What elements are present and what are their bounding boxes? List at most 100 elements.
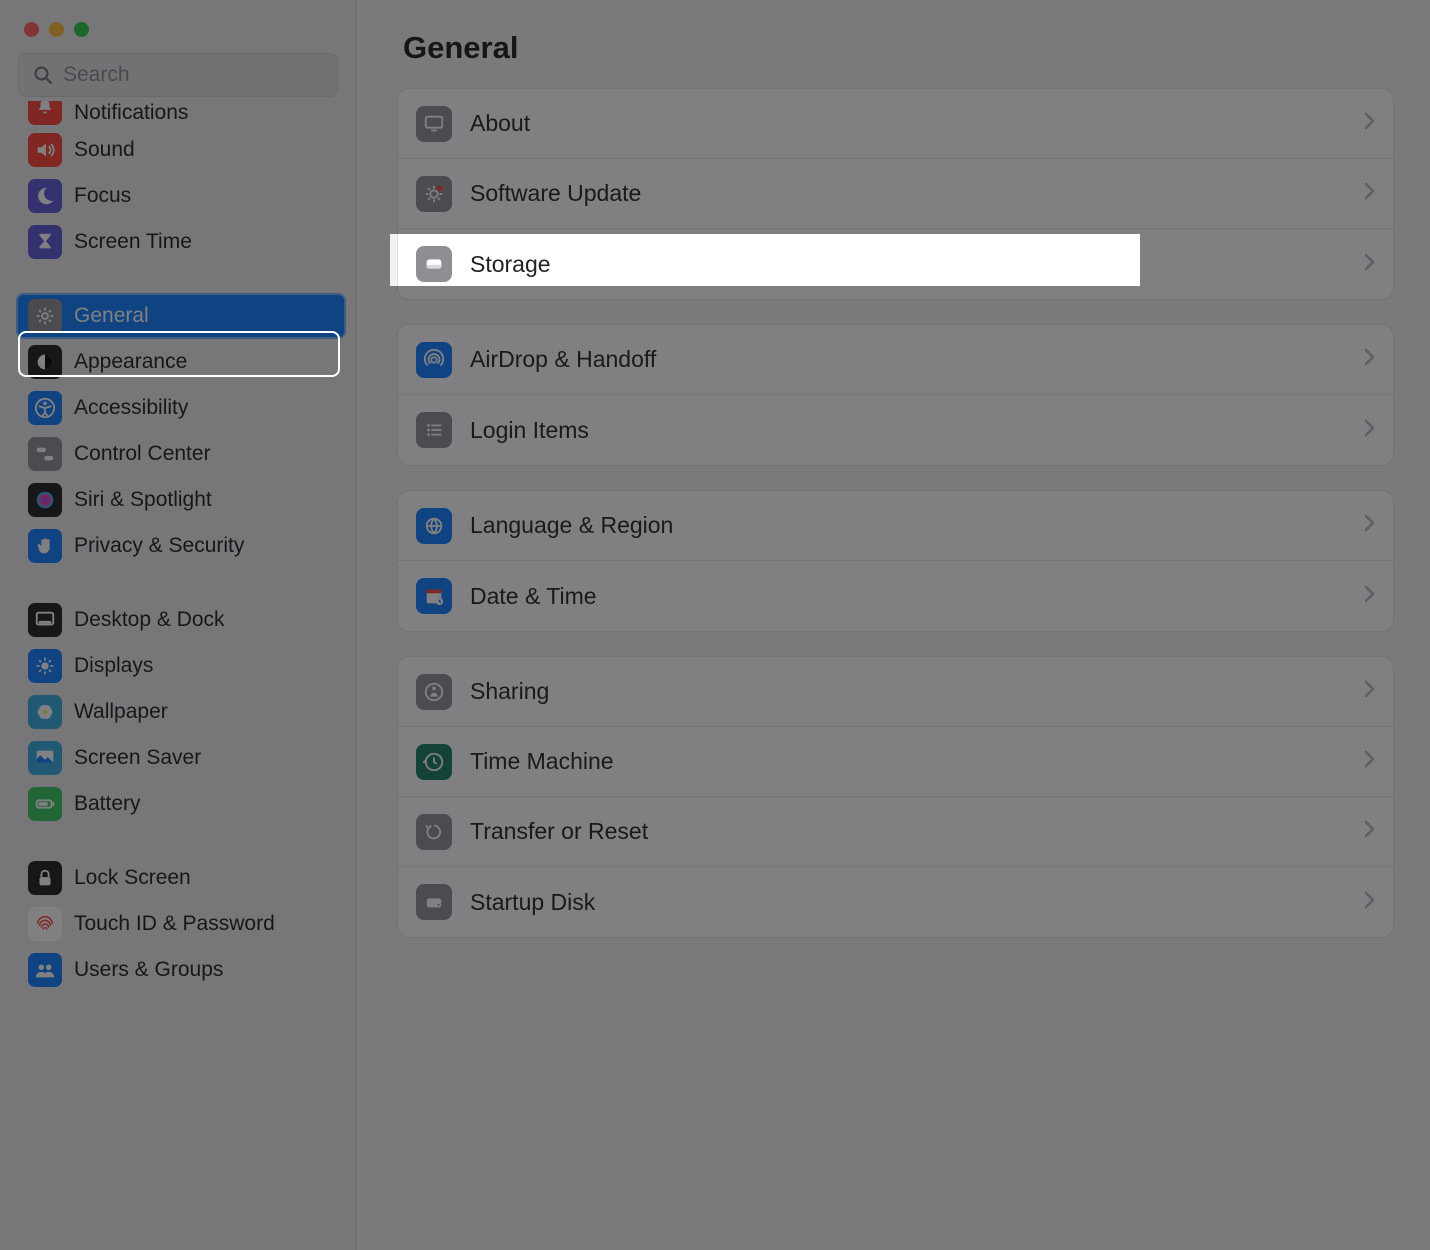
sidebar-item-label: Siri & Spotlight (74, 488, 212, 512)
sidebar-item-privacy-security[interactable]: Privacy & Security (18, 523, 346, 569)
sidebar-item-battery[interactable]: Battery (18, 781, 346, 827)
hourglass-icon (28, 225, 62, 259)
sidebar-item-label: Screen Time (74, 230, 192, 254)
chevron-right-icon (1364, 112, 1375, 135)
search-input[interactable] (63, 63, 323, 87)
sidebar-item-users-groups[interactable]: Users & Groups (18, 947, 346, 993)
sidebar-item-label: Appearance (74, 350, 187, 374)
sidebar-item-lock-screen[interactable]: Lock Screen (18, 855, 346, 901)
settings-row-label: About (470, 110, 1346, 137)
battery-icon (28, 787, 62, 821)
settings-row-label: Storage (470, 251, 1346, 278)
maximize-window-button[interactable] (74, 22, 89, 37)
fingerprint-icon (28, 907, 62, 941)
users-icon (28, 953, 62, 987)
sidebar-item-label: Screen Saver (74, 746, 201, 770)
chevron-right-icon (1364, 820, 1375, 843)
hand-icon (28, 529, 62, 563)
settings-group: About Software Update Storage (397, 88, 1394, 300)
settings-row-transfer-or-reset[interactable]: Transfer or Reset (398, 797, 1393, 867)
settings-row-label: Software Update (470, 180, 1346, 207)
chevron-right-icon (1364, 891, 1375, 914)
sidebar-item-appearance[interactable]: Appearance (18, 339, 346, 385)
settings-row-label: Transfer or Reset (470, 818, 1346, 845)
gear-icon (28, 299, 62, 333)
airdrop-icon (416, 342, 452, 378)
content-pane: General About Software Update Storage Ai… (357, 0, 1430, 1250)
chevron-right-icon (1364, 514, 1375, 537)
window-controls (0, 0, 356, 37)
settings-row-label: Login Items (470, 417, 1346, 444)
settings-row-time-machine[interactable]: Time Machine (398, 727, 1393, 797)
settings-row-startup-disk[interactable]: Startup Disk (398, 867, 1393, 937)
settings-window: Notifications Sound Focus Screen Time Ge… (0, 0, 1430, 1250)
bell-icon (28, 101, 62, 125)
gear-badge-icon (416, 176, 452, 212)
sidebar-item-label: Touch ID & Password (74, 912, 275, 936)
settings-row-date-time[interactable]: Date & Time (398, 561, 1393, 631)
chevron-right-icon (1364, 253, 1375, 276)
list-icon (416, 412, 452, 448)
sidebar-item-wallpaper[interactable]: Wallpaper (18, 689, 346, 735)
accessibility-icon (28, 391, 62, 425)
startup-disk-icon (416, 884, 452, 920)
sidebar-item-sound[interactable]: Sound (18, 127, 346, 173)
chevron-right-icon (1364, 585, 1375, 608)
sidebar-item-screen-time[interactable]: Screen Time (18, 219, 346, 265)
globe-icon (416, 508, 452, 544)
sidebar-item-label: Desktop & Dock (74, 608, 225, 632)
page-title: General (397, 30, 1394, 66)
sidebar-item-label: Wallpaper (74, 700, 168, 724)
search-field[interactable] (18, 53, 338, 97)
share-icon (416, 674, 452, 710)
settings-row-software-update[interactable]: Software Update (398, 159, 1393, 229)
settings-row-language-region[interactable]: Language & Region (398, 491, 1393, 561)
settings-row-about[interactable]: About (398, 89, 1393, 159)
sidebar-item-general[interactable]: General (16, 293, 346, 339)
speaker-icon (28, 133, 62, 167)
chevron-right-icon (1364, 680, 1375, 703)
sidebar-item-label: General (74, 304, 149, 328)
sidebar-item-label: Focus (74, 184, 131, 208)
sidebar-item-label: Users & Groups (74, 958, 223, 982)
settings-row-label: Time Machine (470, 748, 1346, 775)
sun-icon (28, 649, 62, 683)
calendar-icon (416, 578, 452, 614)
sidebar-item-desktop-dock[interactable]: Desktop & Dock (18, 597, 346, 643)
disk-icon (416, 246, 452, 282)
sidebar-item-screen-saver[interactable]: Screen Saver (18, 735, 346, 781)
sidebar-item-focus[interactable]: Focus (18, 173, 346, 219)
settings-row-airdrop-handoff[interactable]: AirDrop & Handoff (398, 325, 1393, 395)
settings-row-label: Date & Time (470, 583, 1346, 610)
settings-group: AirDrop & Handoff Login Items (397, 324, 1394, 466)
close-window-button[interactable] (24, 22, 39, 37)
sidebar-item-label: Battery (74, 792, 141, 816)
chevron-right-icon (1364, 348, 1375, 371)
flower-icon (28, 695, 62, 729)
settings-row-login-items[interactable]: Login Items (398, 395, 1393, 465)
sidebar-item-notifications[interactable]: Notifications (18, 101, 346, 127)
minimize-window-button[interactable] (49, 22, 64, 37)
moon-icon (28, 179, 62, 213)
siri-icon (28, 483, 62, 517)
reset-icon (416, 814, 452, 850)
settings-row-label: Startup Disk (470, 889, 1346, 916)
sidebar-item-label: Notifications (74, 101, 188, 125)
sidebar-item-displays[interactable]: Displays (18, 643, 346, 689)
sidebar-item-label: Sound (74, 138, 135, 162)
settings-row-storage[interactable]: Storage (398, 229, 1393, 299)
sidebar-item-accessibility[interactable]: Accessibility (18, 385, 346, 431)
sidebar-list[interactable]: Notifications Sound Focus Screen Time Ge… (0, 101, 356, 1250)
settings-row-sharing[interactable]: Sharing (398, 657, 1393, 727)
appearance-icon (28, 345, 62, 379)
sidebar-item-siri-spotlight[interactable]: Siri & Spotlight (18, 477, 346, 523)
dock-icon (28, 603, 62, 637)
sidebar-item-label: Privacy & Security (74, 534, 244, 558)
settings-row-label: Language & Region (470, 512, 1346, 539)
sidebar-item-control-center[interactable]: Control Center (18, 431, 346, 477)
sidebar-item-touch-id-password[interactable]: Touch ID & Password (18, 901, 346, 947)
lock-icon (28, 861, 62, 895)
sidebar-item-label: Displays (74, 654, 153, 678)
settings-row-label: Sharing (470, 678, 1346, 705)
chevron-right-icon (1364, 182, 1375, 205)
